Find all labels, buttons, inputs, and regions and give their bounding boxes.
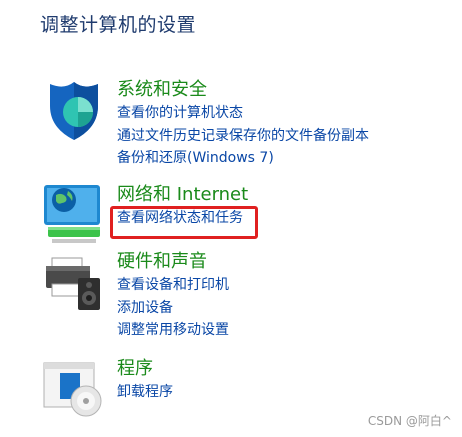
- page-title: 调整计算机的设置: [40, 14, 197, 36]
- link-add-device[interactable]: 添加设备: [117, 297, 457, 320]
- link-view-computer-status[interactable]: 查看你的计算机状态: [117, 102, 457, 125]
- category-title-system-security[interactable]: 系统和安全: [117, 78, 457, 102]
- shield-icon[interactable]: [42, 78, 106, 142]
- printer-speaker-icon[interactable]: [42, 250, 106, 314]
- link-backup-restore-win7[interactable]: 备份和还原(Windows 7): [117, 147, 457, 170]
- category-title-hardware-sound[interactable]: 硬件和声音: [117, 250, 457, 274]
- link-mobility-settings[interactable]: 调整常用移动设置: [117, 319, 457, 342]
- category-title-programs[interactable]: 程序: [117, 357, 457, 381]
- program-disc-icon[interactable]: [42, 357, 106, 421]
- network-globe-icon[interactable]: [42, 183, 106, 247]
- highlight-box: [110, 206, 258, 239]
- watermark: CSDN @阿白^: [367, 414, 452, 428]
- category-title-network-internet[interactable]: 网络和 Internet: [117, 183, 457, 207]
- link-view-devices-printers[interactable]: 查看设备和打印机: [117, 274, 457, 297]
- link-file-history-backup[interactable]: 通过文件历史记录保存你的文件备份副本: [117, 125, 457, 148]
- link-uninstall-program[interactable]: 卸载程序: [117, 381, 457, 404]
